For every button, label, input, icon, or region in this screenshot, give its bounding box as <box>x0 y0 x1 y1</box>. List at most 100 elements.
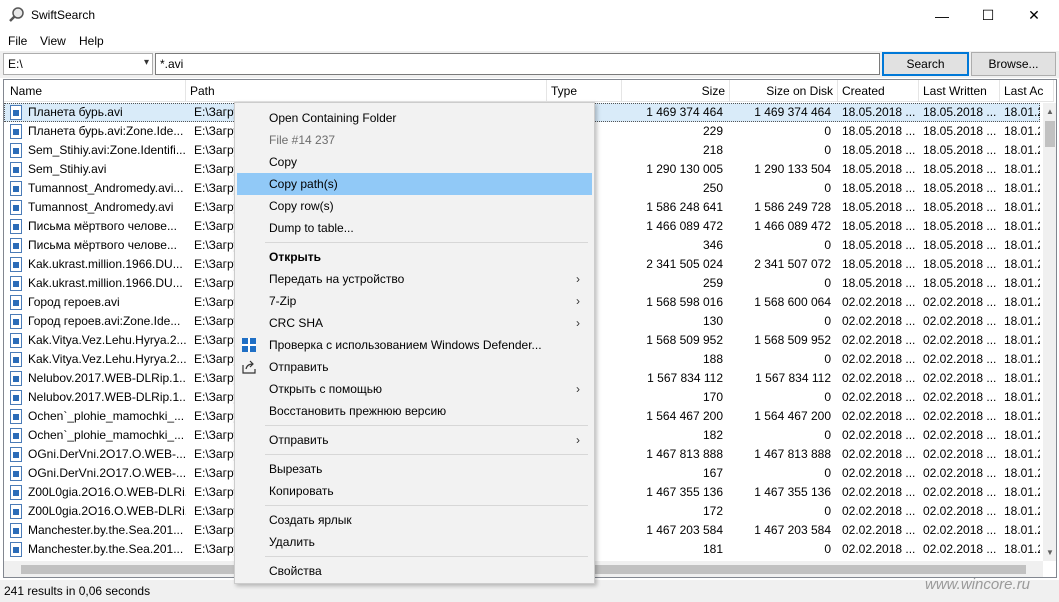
video-file-icon <box>10 276 22 291</box>
ctx-properties[interactable]: Свойства <box>237 560 592 582</box>
cell-last-accessed: 18.01.2 <box>1004 523 1040 537</box>
cell-size: 346 <box>702 238 723 252</box>
menu-help[interactable]: Help <box>79 34 104 48</box>
vertical-scroll-thumb[interactable] <box>1045 121 1055 147</box>
cell-size: 250 <box>702 181 723 195</box>
menu-file[interactable]: File <box>8 34 27 48</box>
cell-name: OGni.DerVni.2O17.O.WEB-... <box>28 466 186 480</box>
ctx-defender-scan[interactable]: Проверка с использованием Windows Defend… <box>237 334 592 356</box>
cell-last-written: 02.02.2018 ... <box>923 295 997 309</box>
column-header-size-on-disk[interactable]: Size on Disk <box>730 80 838 102</box>
cell-created: 18.05.2018 ... <box>842 238 916 252</box>
cell-name: Планета бурь.avi <box>28 105 123 119</box>
watermark: www.wincore.ru <box>925 576 1031 593</box>
cell-size-on-disk: 1 467 355 136 <box>754 485 831 499</box>
scroll-up-icon[interactable]: ▲ <box>1043 103 1056 120</box>
cell-name: Z00L0gia.2O16.O.WEB-DLRi... <box>28 504 186 518</box>
ctx-restore-previous-version[interactable]: Восстановить прежнюю версию <box>237 400 592 422</box>
cell-size-on-disk: 1 469 374 464 <box>754 105 831 119</box>
video-file-icon <box>10 447 22 462</box>
cell-created: 02.02.2018 ... <box>842 371 916 385</box>
cell-size-on-disk: 1 586 249 728 <box>754 200 831 214</box>
cell-size-on-disk: 0 <box>824 238 831 252</box>
cell-size-on-disk: 1 568 600 064 <box>754 295 831 309</box>
ctx-copy[interactable]: Copy <box>237 151 592 173</box>
column-header-created[interactable]: Created <box>838 80 919 102</box>
maximize-button[interactable]: ☐ <box>965 0 1011 31</box>
cell-name: Sem_Stihiy.avi:Zone.Identifi... <box>28 143 186 157</box>
cell-size-on-disk: 0 <box>824 352 831 366</box>
column-header-size[interactable]: Size <box>622 80 730 102</box>
cell-created: 02.02.2018 ... <box>842 523 916 537</box>
scroll-down-icon[interactable]: ▼ <box>1043 544 1056 561</box>
video-file-icon <box>10 390 22 405</box>
ctx-copy-rows[interactable]: Copy row(s) <box>237 195 592 217</box>
column-header-name[interactable]: Name <box>4 80 186 102</box>
ctx-delete[interactable]: Удалить <box>237 531 592 553</box>
cell-size: 1 290 130 005 <box>646 162 723 176</box>
menu-view[interactable]: View <box>40 34 66 48</box>
ctx-open-containing-folder[interactable]: Open Containing Folder <box>237 107 592 129</box>
ctx-open[interactable]: Открыть <box>237 246 592 268</box>
video-file-icon <box>10 542 22 557</box>
window-title: SwiftSearch <box>31 8 96 22</box>
cell-name: Manchester.by.the.Sea.201... <box>28 523 184 537</box>
video-file-icon <box>10 409 22 424</box>
ctx-7zip-label: 7-Zip <box>269 294 297 308</box>
ctx-7zip[interactable]: 7-Zip › <box>237 290 592 312</box>
cell-last-accessed: 18.01.2 <box>1004 390 1040 404</box>
ctx-separator <box>265 505 588 506</box>
column-header-path[interactable]: Path <box>186 80 547 102</box>
cell-size: 181 <box>702 542 723 556</box>
close-button[interactable]: ✕ <box>1011 0 1057 31</box>
search-button[interactable]: Search <box>882 52 969 76</box>
cell-name: Nelubov.2017.WEB-DLRip.1... <box>28 390 186 404</box>
ctx-share[interactable]: Отправить <box>237 356 592 378</box>
ctx-cut[interactable]: Вырезать <box>237 458 592 480</box>
ctx-crc-sha[interactable]: CRC SHA › <box>237 312 592 334</box>
context-menu: Open Containing Folder File #14 237 Copy… <box>234 102 595 584</box>
cell-size-on-disk: 2 341 507 072 <box>754 257 831 271</box>
column-header-last-written[interactable]: Last Written <box>919 80 1000 102</box>
column-header-type[interactable]: Type <box>547 80 622 102</box>
cell-created: 02.02.2018 ... <box>842 333 916 347</box>
cell-last-accessed: 18.01.2 <box>1004 162 1040 176</box>
ctx-send-to-device[interactable]: Передать на устройство › <box>237 268 592 290</box>
cell-name: Z00L0gia.2O16.O.WEB-DLRi... <box>28 485 186 499</box>
search-query-input[interactable]: *.avi <box>155 53 880 75</box>
cell-size: 172 <box>702 504 723 518</box>
cell-size-on-disk: 1 466 089 472 <box>754 219 831 233</box>
drive-select[interactable]: E:\ ▾ <box>3 53 153 75</box>
ctx-send-to-device-label: Передать на устройство <box>269 272 405 286</box>
ctx-dump-to-table[interactable]: Dump to table... <box>237 217 592 239</box>
cell-size-on-disk: 0 <box>824 276 831 290</box>
ctx-open-with[interactable]: Открыть с помощью › <box>237 378 592 400</box>
ctx-copy-paths[interactable]: Copy path(s) <box>237 173 592 195</box>
cell-size: 218 <box>702 143 723 157</box>
cell-size: 1 567 834 112 <box>647 371 723 385</box>
cell-name: Tumannost_Andromedy.avi... <box>28 181 184 195</box>
cell-last-accessed: 18.01.2 <box>1004 200 1040 214</box>
cell-size: 170 <box>702 390 723 404</box>
minimize-button[interactable]: — <box>919 0 965 31</box>
ctx-file-number: File #14 237 <box>269 133 336 147</box>
column-header-last-accessed[interactable]: Last Ac <box>1000 80 1054 102</box>
cell-last-written: 18.05.2018 ... <box>923 143 997 157</box>
ctx-separator <box>265 425 588 426</box>
cell-last-accessed: 18.01.2 <box>1004 409 1040 423</box>
cell-name: Планета бурь.avi:Zone.Ide... <box>28 124 184 138</box>
cell-last-accessed: 18.01.2 <box>1004 352 1040 366</box>
cell-created: 02.02.2018 ... <box>842 314 916 328</box>
ctx-copy-shell[interactable]: Копировать <box>237 480 592 502</box>
cell-name: Письма мёртвого челове... <box>28 219 177 233</box>
cell-created: 02.02.2018 ... <box>842 390 916 404</box>
cell-last-written: 02.02.2018 ... <box>923 447 997 461</box>
ctx-create-shortcut[interactable]: Создать ярлык <box>237 509 592 531</box>
vertical-scrollbar[interactable]: ▲ ▼ <box>1043 103 1056 561</box>
cell-last-written: 18.05.2018 ... <box>923 181 997 195</box>
menu-bar: File View Help <box>0 31 1059 51</box>
ctx-send-to[interactable]: Отправить › <box>237 429 592 451</box>
browse-button[interactable]: Browse... <box>971 52 1056 76</box>
video-file-icon <box>10 219 22 234</box>
ctx-send-to-label: Отправить <box>269 433 329 447</box>
